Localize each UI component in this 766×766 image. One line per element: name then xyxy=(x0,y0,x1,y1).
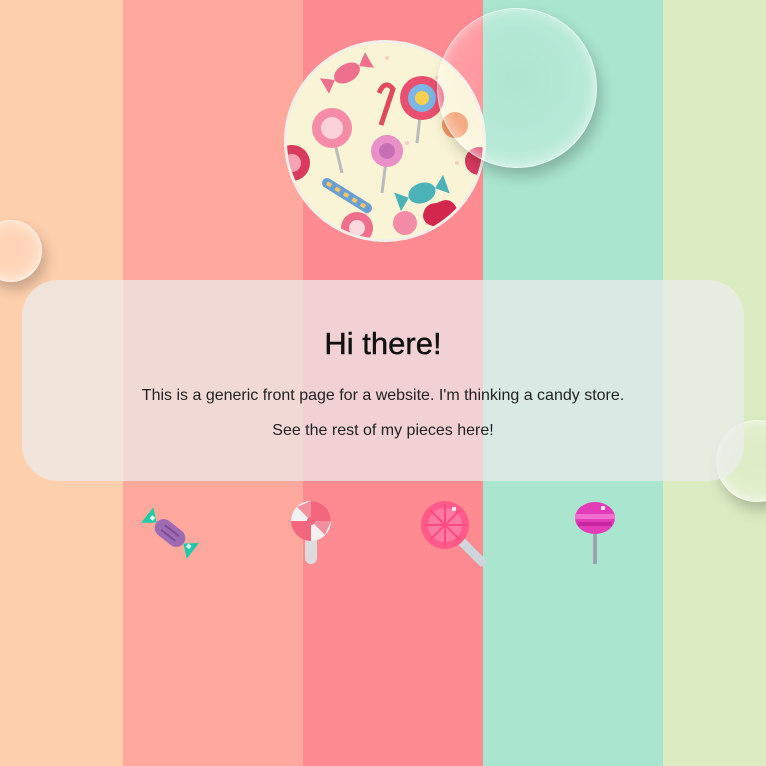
portfolio-link-line: See the rest of my pieces here! xyxy=(22,422,744,440)
bubble-decoration xyxy=(437,8,597,168)
wrapped-candy-icon xyxy=(140,507,200,559)
hero-card: Hi there! This is a generic front page f… xyxy=(22,280,744,481)
hero-description: This is a generic front page for a websi… xyxy=(141,387,625,404)
page-title: Hi there! xyxy=(324,326,442,361)
portfolio-link[interactable]: See the rest of my pieces here! xyxy=(272,422,493,439)
magenta-lollipop-icon xyxy=(575,502,615,564)
swirl-lollipop-icon xyxy=(291,501,331,564)
pink-lollipop-icon xyxy=(421,501,487,567)
